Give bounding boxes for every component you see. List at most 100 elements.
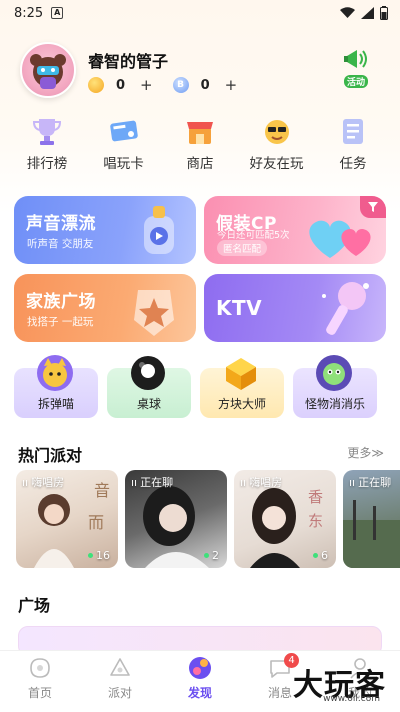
game-bomb-cat[interactable]: 拆弹喵 <box>14 355 98 418</box>
hot-party-title: 热门派对 <box>18 446 83 465</box>
card-subtitle: 找搭子 一起玩 <box>27 316 94 328</box>
filter-icon <box>368 202 378 212</box>
game-label: 桌球 <box>136 397 161 411</box>
card-subtitle: 听声音 交朋友 <box>27 238 94 250</box>
room-tag: ıı 正在聊 <box>131 474 173 490</box>
room-tag-label: 嗨唱房 <box>31 476 65 489</box>
ktv-card[interactable]: KTV <box>204 274 386 342</box>
room-count-value: 16 <box>96 549 110 562</box>
billiard-ball-icon <box>131 356 165 390</box>
megaphone-icon <box>344 50 367 68</box>
online-dot-icon <box>204 553 209 558</box>
battery-icon <box>380 6 388 20</box>
anonymous-match-tag: 匿名匹配 <box>217 240 268 256</box>
party-icon <box>110 658 130 676</box>
discover-icon <box>189 657 211 679</box>
room-tag-label: 正在聊 <box>358 476 392 489</box>
site-watermark: 大玩客 www.6ll.com <box>254 660 394 706</box>
activity-button[interactable]: 活动 <box>338 46 374 94</box>
card-title: 家族广场 <box>26 292 96 312</box>
wifi-icon <box>340 7 355 18</box>
wallet: 0 + B 0 + <box>88 76 251 94</box>
game-billiards[interactable]: 桌球 <box>107 356 191 418</box>
nav-tasks[interactable]: 任务 <box>316 114 390 174</box>
nav-sing-card[interactable]: 唱玩卡 <box>87 114 161 174</box>
star-badge-icon <box>134 290 174 336</box>
gold-coin-balance: 0 <box>116 77 126 93</box>
avatar[interactable] <box>20 42 76 98</box>
nav-label: 排行榜 <box>26 156 68 172</box>
audio-bars-icon: ıı <box>131 475 138 489</box>
friends-icon <box>264 120 289 144</box>
tab-label: 首页 <box>27 686 52 700</box>
avatar-illustration-icon <box>30 54 66 89</box>
svg-text:东: 东 <box>308 512 323 530</box>
nav-leaderboard[interactable]: 排行榜 <box>10 114 84 174</box>
tab-discover[interactable]: 发现 <box>160 655 240 701</box>
room-tag: ıı 嗨唱房 <box>240 474 282 490</box>
plaza-title: 广场 <box>18 596 51 615</box>
room-card[interactable]: ıı 正在聊 2 <box>125 470 227 568</box>
room-count-value: 2 <box>212 549 219 562</box>
game-label: 方块大师 <box>217 397 266 411</box>
nav-friends-playing[interactable]: 好友在玩 <box>240 114 314 174</box>
game-monster-match[interactable]: 怪物消消乐 <box>293 355 377 418</box>
filter-button[interactable] <box>360 196 386 218</box>
nav-label: 任务 <box>339 156 367 172</box>
card-title: 声音漂流 <box>26 214 96 234</box>
add-blue-button[interactable]: + <box>225 76 238 94</box>
room-tag: ıı 正在聊 <box>349 474 391 490</box>
task-icon <box>343 119 363 144</box>
signal-icon <box>361 7 374 19</box>
hearts-icon <box>309 220 371 258</box>
status-left: 8:25 A <box>14 5 64 21</box>
nav-shop[interactable]: 商店 <box>163 114 237 174</box>
tab-label: 派对 <box>107 686 132 700</box>
room-tag: ıı 嗨唱房 <box>22 474 64 490</box>
add-gold-button[interactable]: + <box>140 76 153 94</box>
blue-coin-balance: 0 <box>200 77 210 93</box>
game-block-master[interactable]: 方块大师 <box>200 358 284 418</box>
card-title: KTV <box>216 296 263 320</box>
cat-icon <box>37 355 73 391</box>
watermark-url: www.6ll.com <box>323 694 380 704</box>
trophy-icon <box>32 119 62 145</box>
svg-text:香: 香 <box>308 488 323 506</box>
fake-cp-card[interactable]: 假装CP 今日还可匹配5次 匿名匹配 <box>204 196 386 264</box>
room-count: 2 <box>204 549 219 562</box>
username[interactable]: 睿智的管子 <box>88 48 168 72</box>
nav-label: 好友在玩 <box>249 156 304 172</box>
home-icon <box>30 658 50 678</box>
game-label: 怪物消消乐 <box>304 397 365 411</box>
profile-header: 睿智的管子 0 + B 0 + 活动 <box>20 42 380 104</box>
monster-icon <box>316 355 352 391</box>
room-count: 6 <box>313 549 328 562</box>
microphone-icon <box>322 282 369 335</box>
family-plaza-card[interactable]: 家族广场 找搭子 一起玩 <box>14 274 196 342</box>
room-card[interactable]: 香 东 ıı 嗨唱房 6 <box>234 470 336 568</box>
card-icon <box>109 120 138 142</box>
gold-coin-icon <box>88 77 104 93</box>
tab-label: 发现 <box>187 686 212 700</box>
game-label: 拆弹喵 <box>37 397 74 411</box>
room-card[interactable]: 音 而 ıı 嗨唱房 16 <box>16 470 118 568</box>
room-card[interactable]: ıı 正在聊 <box>343 470 400 568</box>
voice-drift-card[interactable]: 声音漂流 听声音 交朋友 <box>14 196 196 264</box>
quick-nav: 排行榜 唱玩卡 商店 好友在玩 任务 <box>10 114 390 174</box>
svg-text:音: 音 <box>94 481 110 500</box>
more-link[interactable]: 更多≫ <box>347 444 384 461</box>
audio-bars-icon: ıı <box>349 475 356 489</box>
status-right <box>340 6 388 20</box>
svg-text:而: 而 <box>88 513 104 532</box>
audio-bars-icon: ıı <box>22 475 29 489</box>
online-dot-icon <box>88 553 93 558</box>
nav-label: 商店 <box>186 156 214 172</box>
audio-bars-icon: ıı <box>240 475 247 489</box>
room-count: 16 <box>88 549 110 562</box>
clock: 8:25 <box>14 5 44 21</box>
room-tag-label: 嗨唱房 <box>249 476 283 489</box>
room-tag-label: 正在聊 <box>140 476 174 489</box>
tab-party[interactable]: 派对 <box>80 655 160 701</box>
room-count-value: 6 <box>321 549 328 562</box>
tab-home[interactable]: 首页 <box>0 655 80 701</box>
